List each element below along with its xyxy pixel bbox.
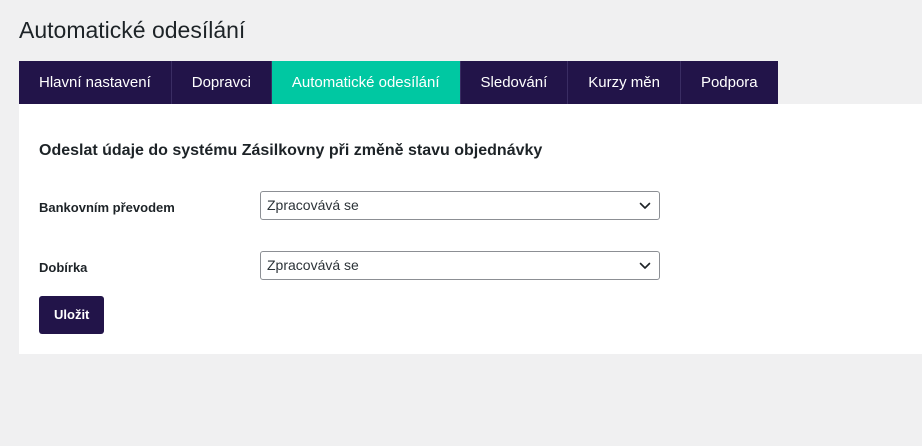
- tab-main-settings[interactable]: Hlavní nastavení: [19, 61, 172, 104]
- bank-transfer-select-value: Zpracovává se: [267, 197, 359, 213]
- tab-exchange-rates[interactable]: Kurzy měn: [568, 61, 681, 104]
- tab-bar: Hlavní nastavení Dopravci Automatické od…: [19, 61, 778, 104]
- tab-support[interactable]: Podpora: [680, 61, 778, 104]
- settings-panel: Odeslat údaje do systému Zásilkovny při …: [19, 104, 922, 354]
- cash-on-delivery-label: Dobírka: [39, 260, 88, 275]
- cash-on-delivery-select-value: Zpracovává se: [267, 257, 359, 273]
- chevron-down-icon: [639, 202, 651, 209]
- cash-on-delivery-select[interactable]: Zpracovává se: [260, 251, 660, 280]
- tab-automatic-sending[interactable]: Automatické odesílání: [271, 61, 461, 104]
- bank-transfer-select[interactable]: Zpracovává se: [260, 191, 660, 220]
- tab-carriers[interactable]: Dopravci: [171, 61, 272, 104]
- section-heading: Odeslat údaje do systému Zásilkovny při …: [39, 142, 543, 159]
- page-title: Automatické odesílání: [19, 17, 246, 43]
- tab-tracking[interactable]: Sledování: [460, 61, 569, 104]
- chevron-down-icon: [639, 262, 651, 269]
- save-button[interactable]: Uložit: [39, 296, 105, 334]
- bank-transfer-label: Bankovním převodem: [39, 200, 175, 215]
